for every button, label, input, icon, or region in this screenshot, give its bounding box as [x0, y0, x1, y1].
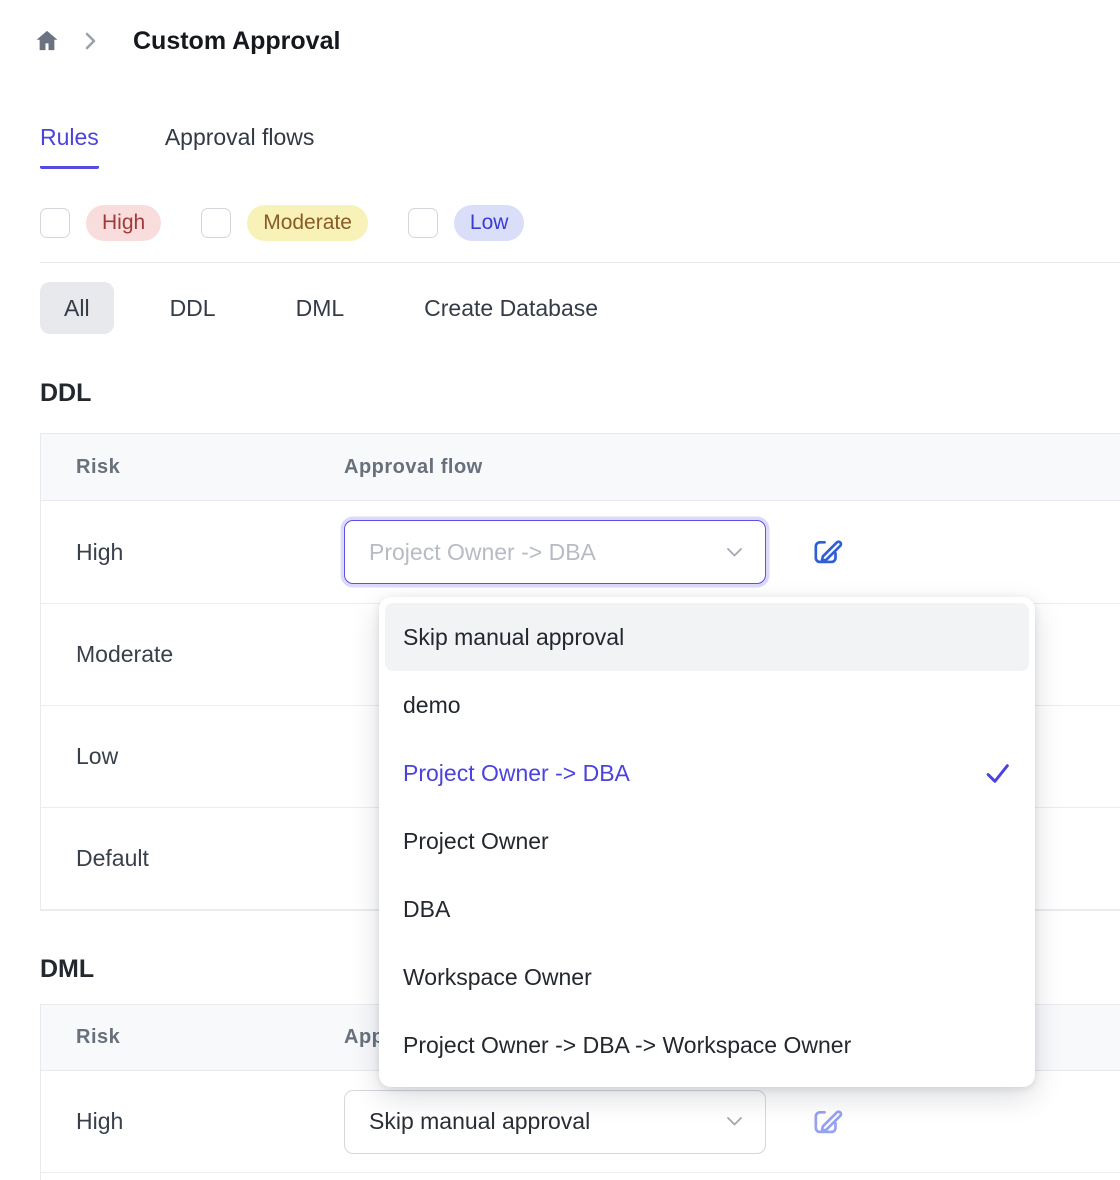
menu-item-label: Project Owner -> DBA — [403, 760, 630, 787]
risk-label: Low — [41, 743, 344, 770]
risk-badge-high: High — [86, 205, 161, 241]
category-tab-create-database[interactable]: Create Database — [400, 282, 622, 334]
chevron-right-icon — [84, 30, 97, 52]
risk-badge-moderate: Moderate — [247, 205, 368, 241]
approval-flow-select-ddl-high[interactable]: Project Owner -> DBA — [344, 520, 766, 584]
menu-item-label: Skip manual approval — [403, 624, 624, 651]
menu-item-workspace-owner[interactable]: Workspace Owner — [385, 943, 1029, 1011]
category-tabs: All DDL DML Create Database — [40, 282, 1120, 334]
category-tab-ddl[interactable]: DDL — [146, 282, 240, 334]
chevron-down-icon — [726, 547, 743, 558]
menu-item-label: Project Owner — [403, 828, 549, 855]
chevron-down-icon — [726, 1116, 743, 1127]
menu-item-label: DBA — [403, 896, 450, 923]
tab-approval-flows[interactable]: Approval flows — [165, 120, 315, 169]
column-header-approval-flow: Approval flow — [344, 456, 483, 479]
risk-badge-low: Low — [454, 205, 525, 241]
risk-filter-moderate: Moderate — [201, 205, 368, 241]
menu-item-skip-manual-approval[interactable]: Skip manual approval — [385, 603, 1029, 671]
select-value: Skip manual approval — [369, 1108, 590, 1135]
menu-item-demo[interactable]: demo — [385, 671, 1029, 739]
custom-approval-page: Custom Approval Rules Approval flows Hig… — [0, 0, 1120, 1180]
tab-rules[interactable]: Rules — [40, 120, 99, 169]
menu-item-dba[interactable]: DBA — [385, 875, 1029, 943]
approval-flow-cell: Skip manual approval — [344, 1090, 844, 1154]
check-icon — [984, 760, 1011, 787]
risk-filter-low: Low — [408, 205, 525, 241]
table-row-ddl-high: High Project Owner -> DBA — [41, 501, 1120, 604]
category-tab-all[interactable]: All — [40, 282, 114, 334]
risk-checkbox-high[interactable] — [40, 208, 70, 238]
risk-checkbox-moderate[interactable] — [201, 208, 231, 238]
risk-filter-high: High — [40, 205, 161, 241]
tab-bar: Rules Approval flows — [40, 120, 1120, 169]
section-title-ddl: DDL — [40, 376, 1120, 410]
edit-icon — [810, 1105, 844, 1139]
risk-filter-row: High Moderate Low — [40, 205, 1120, 241]
edit-icon — [810, 535, 844, 569]
breadcrumb: Custom Approval — [32, 26, 1120, 56]
risk-label: High — [41, 539, 344, 566]
approval-flow-cell: Project Owner -> DBA — [344, 520, 844, 584]
edit-flow-button-ddl-high[interactable] — [810, 535, 844, 569]
select-value: Project Owner -> DBA — [369, 539, 596, 566]
menu-item-project-owner-dba-workspace-owner[interactable]: Project Owner -> DBA -> Workspace Owner — [385, 1011, 1029, 1079]
menu-item-label: demo — [403, 692, 461, 719]
home-icon[interactable] — [32, 26, 62, 56]
approval-flow-select-dml-high[interactable]: Skip manual approval — [344, 1090, 766, 1154]
divider — [40, 262, 1120, 263]
risk-label: High — [41, 1108, 344, 1135]
menu-item-project-owner[interactable]: Project Owner — [385, 807, 1029, 875]
category-tab-dml[interactable]: DML — [272, 282, 369, 334]
menu-item-project-owner-dba[interactable]: Project Owner -> DBA — [385, 739, 1029, 807]
edit-flow-button-dml-high[interactable] — [810, 1105, 844, 1139]
column-header-risk: Risk — [41, 1026, 344, 1049]
approval-flow-dropdown-menu: Skip manual approval demo Project Owner … — [379, 597, 1035, 1087]
risk-label: Default — [41, 845, 344, 872]
table-row-dml-partial — [41, 1173, 1120, 1180]
page-title: Custom Approval — [133, 27, 340, 56]
column-header-risk: Risk — [41, 456, 344, 479]
ddl-rule-table: Risk Approval flow High Project Owner ->… — [40, 433, 1120, 911]
ddl-table-header: Risk Approval flow — [41, 434, 1120, 501]
menu-item-label: Workspace Owner — [403, 964, 592, 991]
risk-checkbox-low[interactable] — [408, 208, 438, 238]
risk-label: Moderate — [41, 641, 344, 668]
menu-item-label: Project Owner -> DBA -> Workspace Owner — [403, 1032, 851, 1059]
